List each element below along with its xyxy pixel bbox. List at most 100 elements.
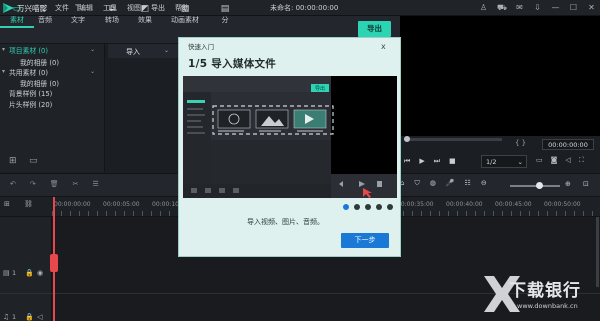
zoom-out-icon[interactable]: ⊖: [481, 179, 487, 188]
chevron-down-icon[interactable]: ▾: [2, 68, 5, 75]
mail-icon[interactable]: ✉: [515, 2, 524, 13]
mark-in-out[interactable]: { }: [515, 139, 526, 147]
watermark-text: 下载银行: [509, 281, 581, 301]
chevron-down-icon: ⌄: [517, 158, 523, 166]
fullscreen-icon[interactable]: ⛶: [579, 156, 584, 165]
lock-icon[interactable]: 🔒: [25, 313, 34, 321]
chevron-down-icon[interactable]: ⌄: [90, 46, 95, 53]
cut-icon[interactable]: ✂: [73, 180, 79, 188]
play-icon[interactable]: ▶: [419, 157, 424, 166]
titlebar-icons: ♙ ⛟ ✉ ⇩ — ☐ ✕: [479, 2, 596, 13]
step-dot[interactable]: [387, 204, 393, 210]
import-button[interactable]: 导入: [126, 47, 140, 57]
maximize-icon[interactable]: ☐: [569, 2, 578, 13]
preview-tools: ▭ ◙ ◁ ⛶: [536, 156, 584, 165]
ruler-time-label: 00:00:45:00: [495, 201, 532, 208]
mic-icon[interactable]: 🎤: [446, 179, 455, 188]
preview-ratio-select[interactable]: 1/2 ⌄: [481, 155, 527, 168]
link-icon[interactable]: ⛓: [24, 200, 33, 208]
tab-effects-label: 效果: [138, 16, 152, 24]
tab-elements[interactable]: ▨ 动画素材: [166, 0, 204, 28]
marker-icon[interactable]: ◍: [430, 179, 436, 188]
ruler-time-label: 00:00:00:00: [54, 201, 91, 208]
illustration-svg: 导出: [183, 76, 397, 198]
next-frame-icon[interactable]: ⏭: [434, 157, 440, 166]
tab-transition[interactable]: ⧉ 转场: [95, 0, 129, 28]
zoom-in-icon[interactable]: ⊕: [565, 180, 571, 188]
next-button[interactable]: 下一步: [341, 233, 389, 248]
redo-icon[interactable]: ↷: [30, 180, 36, 188]
tab-audio[interactable]: ♪ 音频: [28, 0, 62, 28]
export-button[interactable]: 导出: [358, 21, 391, 37]
library-item-shared-album[interactable]: 我的相册 (0): [20, 78, 59, 88]
download-icon[interactable]: ⇩: [533, 2, 542, 13]
dialog-title: 1/5 导入媒体文件: [188, 58, 277, 70]
cart-icon[interactable]: ⛟: [497, 2, 507, 13]
audio-track-icon: ♫: [3, 313, 10, 321]
screen-icon[interactable]: ▭: [536, 156, 543, 165]
chevron-down-icon[interactable]: ⌄: [164, 47, 169, 54]
playhead-handle[interactable]: [50, 254, 58, 272]
tab-split[interactable]: ▤ 分: [208, 0, 242, 28]
preview-screen: [400, 16, 600, 136]
zoom-slider[interactable]: [510, 185, 560, 187]
preview-scrubber[interactable]: [404, 138, 502, 141]
image-icon: ▨: [180, 4, 190, 14]
ruler-time-label: 00:00:35:00: [397, 201, 434, 208]
tab-text-label: 文字: [71, 16, 85, 24]
mixer-icon[interactable]: ☷: [465, 179, 471, 188]
preview-ratio-value: 1/2: [486, 158, 497, 166]
step-dot[interactable]: [354, 204, 360, 210]
fit-icon[interactable]: ⊡: [583, 180, 589, 188]
user-icon[interactable]: ♙: [479, 2, 488, 13]
playback-controls: ⏮ ▶ ⏭ ■: [404, 157, 456, 166]
minimize-icon[interactable]: —: [551, 2, 560, 13]
adjust-icon[interactable]: ☰: [93, 180, 99, 188]
preview-timecode: 00:00:00:00: [542, 139, 594, 150]
library-item-project[interactable]: 项目素材 (0): [9, 45, 48, 55]
illustration-export-label: 导出: [315, 85, 325, 92]
close-icon[interactable]: ✕: [587, 2, 596, 13]
chevron-down-icon[interactable]: ⌄: [90, 68, 95, 75]
video-track-label: 1: [12, 269, 17, 277]
folder-icon[interactable]: ▭: [29, 156, 38, 166]
step-dot[interactable]: [343, 204, 349, 210]
window-title: 未命名: 00:00:00:00: [270, 4, 339, 12]
text-icon: T: [75, 4, 81, 14]
split-icon: ▤: [220, 4, 230, 14]
tab-split-label: 分: [221, 16, 229, 24]
add-track-icon[interactable]: ⊞: [4, 200, 10, 208]
eye-icon[interactable]: ◉: [37, 269, 43, 277]
preview-scrubber-knob[interactable]: [404, 136, 410, 142]
tab-effects[interactable]: ◩ 效果: [128, 0, 162, 28]
tab-text[interactable]: T 文字: [61, 0, 95, 28]
edit-tools: ↶ ↷ 🗑 ✂ ☰: [10, 180, 99, 188]
zoom-slider-knob[interactable]: [536, 182, 543, 189]
undo-icon[interactable]: ↶: [10, 180, 16, 188]
step-dot[interactable]: [365, 204, 371, 210]
prev-frame-icon[interactable]: ⏮: [404, 157, 410, 166]
volume-icon[interactable]: ◁: [37, 313, 42, 321]
new-folder-icon[interactable]: ⊞: [9, 156, 17, 166]
ruler-time-label: 00:00:40:00: [446, 201, 483, 208]
lock-icon[interactable]: 🔒: [25, 269, 34, 277]
tab-elements-label: 动画素材: [171, 16, 199, 24]
step-dot[interactable]: [376, 204, 382, 210]
chevron-down-icon[interactable]: ▾: [2, 46, 5, 53]
step-dots: [343, 204, 393, 210]
library-item-shared[interactable]: 共用素材 (0): [9, 67, 48, 77]
library-item-intros[interactable]: 片头样例 (20): [9, 99, 52, 109]
shield-icon[interactable]: ⛉: [414, 179, 419, 188]
delete-icon[interactable]: 🗑: [50, 180, 59, 188]
audio-track-label: 1: [12, 313, 17, 321]
watermark-url: www.downbank.cn: [517, 302, 578, 310]
dialog-illustration: 导出: [183, 76, 397, 198]
tab-transition-label: 转场: [105, 16, 119, 24]
library-item-my-album[interactable]: 我的相册 (0): [20, 57, 59, 67]
library-item-backgrounds[interactable]: 背景样例 (15): [9, 88, 52, 98]
library-panel: ▾ 项目素材 (0) ⌄ 我的相册 (0) ▾ 共用素材 (0) ⌄ 我的相册 …: [0, 44, 105, 172]
stop-icon[interactable]: ■: [449, 157, 456, 166]
volume-icon[interactable]: ◁: [565, 156, 570, 165]
close-icon[interactable]: x: [381, 42, 386, 51]
camera-icon[interactable]: ◙: [551, 156, 558, 165]
